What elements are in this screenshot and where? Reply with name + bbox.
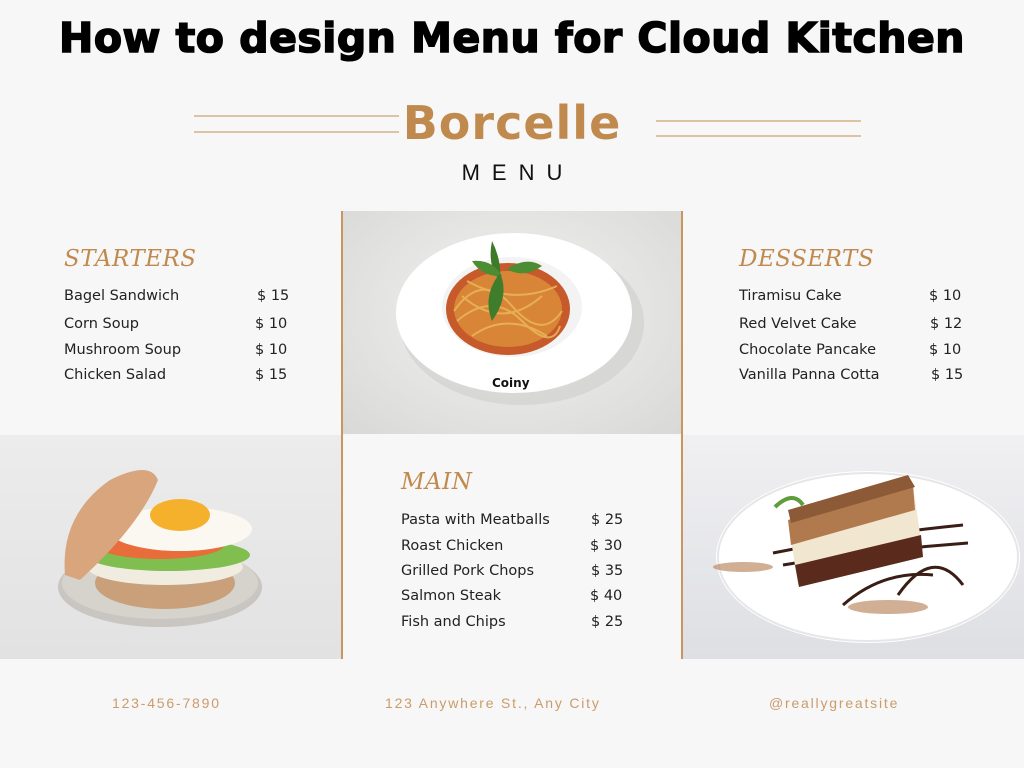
menu-subtitle: MENU [461, 160, 575, 185]
starters-list: Bagel Sandwich $ 15 Corn Soup $ 10 Mushr… [64, 288, 294, 388]
menu-item-name: Red Velvet Cake [739, 316, 857, 332]
menu-item-name: Mushroom Soup [64, 342, 182, 358]
menu-item-name: Vanilla Panna Cotta [739, 367, 880, 383]
main-list: Pasta with Meatballs $ 25 Roast Chicken … [401, 512, 631, 632]
menu-item-price: $ 12 [930, 316, 963, 332]
menu-item-name: Fish and Chips [401, 614, 506, 630]
menu-item-price: $ 15 [257, 288, 290, 304]
menu-item-price: $ 10 [255, 342, 288, 358]
menu-item-price: $ 25 [591, 512, 624, 528]
plate-watermark-text: Coiny [492, 376, 530, 390]
tiramisu-cake-photo [683, 435, 1024, 659]
bagel-sandwich-photo [0, 435, 341, 659]
menu-item-price: $ 35 [591, 563, 624, 579]
sandwich-illustration [58, 470, 262, 627]
menu-item-price: $ 10 [929, 342, 962, 358]
menu-item-name: Roast Chicken [401, 538, 504, 554]
menu-item-price: $ 15 [255, 367, 288, 383]
spaghetti-photo: Coiny [342, 211, 682, 434]
menu-item-name: Bagel Sandwich [64, 288, 180, 304]
pasta-plate-illustration [396, 233, 644, 405]
menu-item-name: Chicken Salad [64, 367, 167, 383]
footer-address: 123 Anywhere St., Any City [385, 695, 601, 711]
page-title: How to design Menu for Cloud Kitchen [58, 13, 965, 63]
footer-phone: 123-456-7890 [112, 695, 221, 711]
divider-left [341, 211, 343, 659]
menu-item-price: $ 40 [590, 588, 623, 604]
desserts-list: Tiramisu Cake $ 10 Red Velvet Cake $ 12 … [739, 288, 969, 388]
menu-item-price: $ 10 [255, 316, 288, 332]
footer-website: @reallygreatsite [769, 695, 900, 711]
menu-item-name: Tiramisu Cake [739, 288, 842, 304]
section-title-starters: STARTERS [64, 246, 197, 272]
section-title-desserts: DESSERTS [739, 246, 875, 272]
menu-item-price: $ 25 [591, 614, 624, 630]
section-title-main: MAIN [401, 469, 473, 495]
menu-item-price: $ 15 [931, 367, 964, 383]
menu-item-name: Corn Soup [64, 316, 139, 332]
menu-item-name: Chocolate Pancake [739, 342, 876, 358]
menu-item-price: $ 30 [590, 538, 623, 554]
menu-item-name: Pasta with Meatballs [401, 512, 550, 528]
menu-item-name: Grilled Pork Chops [401, 563, 535, 579]
brand-name: Borcelle [402, 96, 622, 150]
menu-item-price: $ 10 [929, 288, 962, 304]
menu-item-name: Salmon Steak [401, 588, 502, 604]
cake-illustration [713, 471, 1020, 643]
brand-header: Borcelle MENU [0, 96, 1024, 196]
